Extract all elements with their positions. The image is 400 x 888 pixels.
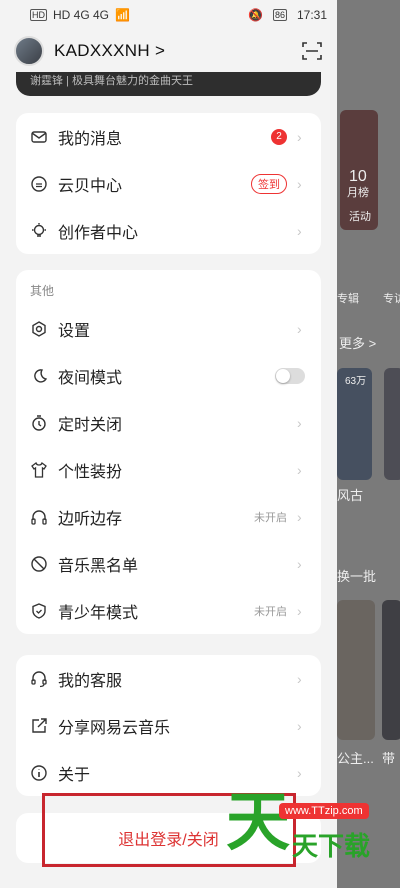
mute-icon: 🔕 (248, 8, 263, 22)
moon-icon (30, 367, 48, 385)
chevron-right-icon: › (297, 717, 302, 734)
section-title: 其他 (30, 284, 55, 298)
main-menu-card: 我的消息 2 › 云贝中心 签到 › 创作者中心 › (16, 113, 321, 254)
song-title: 带 (382, 751, 396, 766)
menu-item-theme[interactable]: 个性装扮 › (16, 446, 321, 493)
menu-item-cache-while-listening[interactable]: 边听边存 未开启 › (16, 493, 321, 540)
settings-icon (30, 320, 48, 338)
chevron-right-icon: › (297, 764, 302, 781)
status-text: 未开启 (254, 605, 287, 618)
menu-item-creator-center[interactable]: 创作者中心 › (16, 207, 321, 254)
play-count-text: 63万 (345, 376, 367, 387)
chevron-right-icon: › (297, 222, 302, 239)
song-tile (337, 600, 375, 740)
menu-label: 音乐黑名单 (58, 557, 139, 575)
headset-icon (30, 670, 48, 688)
menu-label: 设置 (58, 322, 91, 340)
song-tile (382, 600, 400, 740)
album-text: 专辑 (337, 293, 359, 305)
menu-item-blacklist[interactable]: 音乐黑名单 › (16, 540, 321, 587)
chevron-right-icon: › (297, 175, 302, 192)
chevron-right-icon: › (297, 414, 302, 431)
menu-label: 关于 (58, 766, 91, 784)
vip-banner[interactable]: 谢霆锋 | 极具舞台魅力的金曲天王 (16, 72, 321, 96)
unread-count-badge: 2 (271, 128, 287, 145)
chevron-right-icon: › (297, 128, 302, 145)
other-menu-card: 其他 设置 › 夜间模式 定时关闭 › 个性装扮 › 边听边存 未开启 › 音乐… (16, 270, 321, 634)
month-text: 月榜 (347, 187, 369, 199)
menu-item-teen-mode[interactable]: 青少年模式 未开启 › (16, 587, 321, 634)
profile-header[interactable]: KADXXXNH > (0, 30, 337, 72)
status-bar: HD HD 4G 4G 📶 🔕 86 17:31 (0, 0, 337, 30)
menu-item-customer-service[interactable]: 我的客服 › (16, 655, 321, 702)
wifi-icon: 📶 (115, 8, 130, 22)
menu-item-share[interactable]: 分享网易云音乐 › (16, 702, 321, 749)
lightbulb-icon (30, 222, 48, 240)
menu-item-messages[interactable]: 我的消息 2 › (16, 113, 321, 160)
menu-label: 云贝中心 (58, 177, 123, 195)
menu-label: 我的客服 (58, 672, 123, 690)
block-icon (30, 555, 48, 573)
chevron-right-icon: › (297, 555, 302, 572)
status-text: 未开启 (254, 511, 287, 524)
menu-label: 我的消息 (58, 130, 123, 148)
watermark-url: www.TTzip.com (279, 803, 369, 819)
menu-item-night-mode[interactable]: 夜间模式 (16, 352, 321, 399)
background-page-overlay[interactable]: 10 月榜 活动 专辑 专访 更多 > 63万 风古 换一批 公主... 带 (337, 0, 400, 888)
watermark-logo: 天 (226, 786, 290, 858)
scan-icon[interactable] (301, 40, 323, 62)
activity-text: 活动 (349, 211, 371, 223)
menu-label: 分享网易云音乐 (58, 719, 171, 737)
menu-label: 青少年模式 (58, 604, 139, 622)
song-title: 公主... (337, 751, 374, 766)
chevron-right-icon: › (297, 461, 302, 478)
refresh-text: 换一批 (337, 569, 377, 584)
playlist-tile (384, 368, 400, 480)
watermark-text: 天下载 (292, 831, 371, 861)
menu-item-settings[interactable]: 设置 › (16, 305, 321, 352)
menu-item-sleep-timer[interactable]: 定时关闭 › (16, 399, 321, 446)
chevron-right-icon: › (297, 508, 302, 525)
sign-in-button[interactable]: 签到 (251, 173, 287, 194)
info-icon (30, 764, 48, 782)
username[interactable]: KADXXXNH > (54, 41, 301, 61)
chevron-right-icon: › (297, 670, 302, 687)
share-icon (30, 717, 48, 735)
avatar[interactable] (14, 36, 44, 66)
coin-icon (30, 175, 48, 193)
menu-label: 边听边存 (58, 510, 123, 528)
status-time: 17:31 (296, 8, 327, 22)
headphones-icon (30, 508, 48, 526)
shield-icon (30, 602, 48, 620)
mail-icon (30, 128, 48, 146)
menu-item-cloud-coins[interactable]: 云贝中心 签到 › (16, 160, 321, 207)
tshirt-icon (30, 461, 48, 479)
menu-label: 定时关闭 (58, 416, 123, 434)
side-drawer: HD HD 4G 4G 📶 🔕 86 17:31 KADXXXNH > 谢霆锋 … (0, 0, 337, 888)
playlist-title: 风古 (337, 488, 364, 503)
signal-text: HD 4G 4G (53, 8, 110, 22)
night-mode-toggle[interactable] (275, 367, 305, 384)
more-text: 更多 > (339, 336, 377, 351)
support-menu-card: 我的客服 › 分享网易云音乐 › 关于 › (16, 655, 321, 796)
timer-icon (30, 414, 48, 432)
chevron-right-icon: › (297, 602, 302, 619)
menu-label: 夜间模式 (58, 369, 123, 387)
chevron-right-icon: › (297, 320, 302, 337)
interview-text: 专访 (383, 293, 400, 305)
menu-label: 创作者中心 (58, 224, 139, 242)
hd-icon: HD (30, 9, 47, 21)
battery-indicator: 86 (272, 9, 287, 21)
menu-label: 个性装扮 (58, 463, 123, 481)
